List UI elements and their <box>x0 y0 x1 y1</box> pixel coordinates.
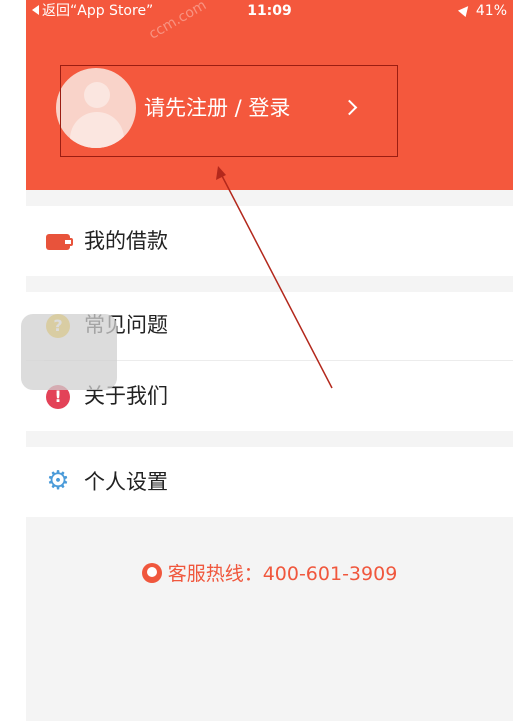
status-indicators: 41% <box>457 0 507 22</box>
customer-service-hotline[interactable]: 客服热线：400-601-3909 <box>26 560 513 588</box>
status-time: 11:09 <box>247 3 292 19</box>
chevron-right-icon <box>341 99 358 116</box>
profile-header: 返回“App Store” 11:09 41% ccm.com 请先注册 / 登… <box>26 0 513 190</box>
menu-item-my-loans[interactable]: 我的借款 <box>26 206 513 276</box>
wallet-icon <box>46 234 73 250</box>
blur-patch <box>21 314 117 390</box>
headset-icon <box>141 562 162 583</box>
hotline-text: 客服热线：400-601-3909 <box>167 563 398 585</box>
avatar <box>56 68 136 148</box>
login-register-button[interactable]: 请先注册 / 登录 <box>56 64 456 156</box>
menu-item-settings[interactable]: ⚙ 个人设置 <box>26 447 513 517</box>
battery-percent: 41% <box>475 3 507 19</box>
menu-item-label: 个人设置 <box>84 470 168 494</box>
avatar-body <box>70 112 124 148</box>
avatar-head <box>84 82 110 108</box>
login-prompt: 请先注册 / 登录 <box>144 96 291 120</box>
menu-item-label: 我的借款 <box>84 229 168 253</box>
status-bar: 返回“App Store” 11:09 41% <box>26 0 513 22</box>
gear-icon: ⚙ <box>46 466 70 496</box>
location-icon <box>457 2 472 17</box>
